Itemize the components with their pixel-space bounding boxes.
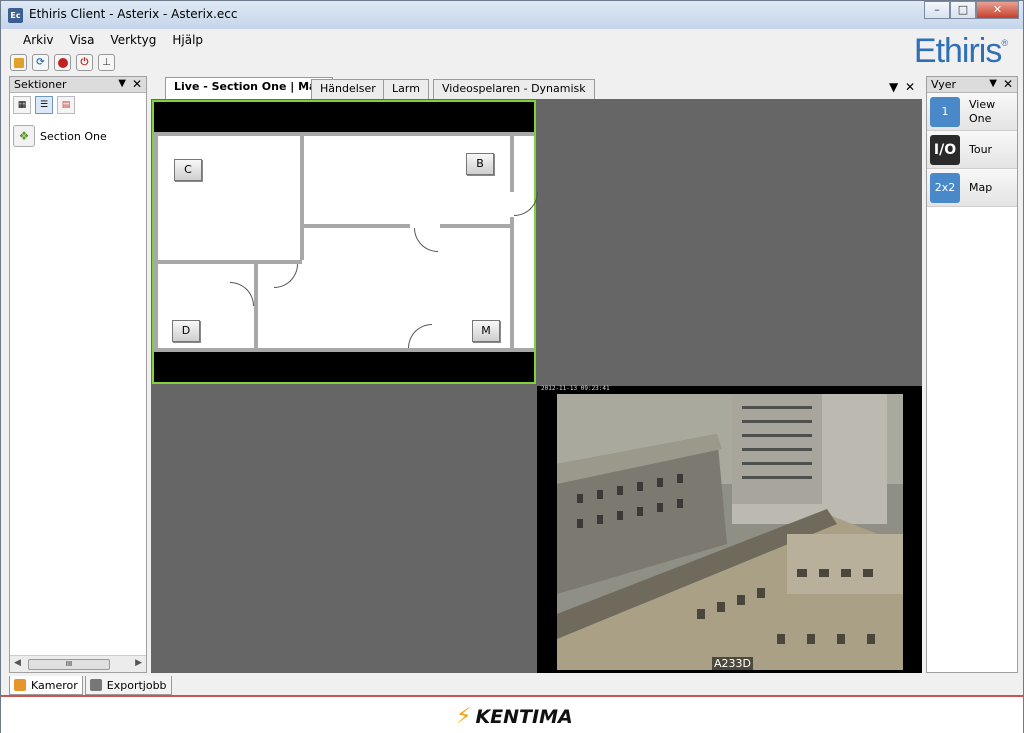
camera-view[interactable]: 2012-11-13 09:23:41 A233D [537, 385, 922, 673]
sections-panel-title: Sektioner [14, 78, 67, 91]
tab-live-section-one[interactable]: Live - Section One | Map [165, 77, 334, 99]
sections-toolbar: ▦ ☰ ▤ [10, 93, 146, 117]
wall [154, 132, 158, 352]
views-panel-header: Vyer ▼ ✕ [927, 77, 1017, 93]
grid-2x2-icon: 2x2 [930, 172, 960, 203]
wall [300, 132, 304, 260]
toolbar: ⟳ ⏻ ⊥ [10, 54, 115, 71]
footer: ⚡ KENTIMA [1, 695, 1023, 733]
section-label: Section One [40, 129, 107, 143]
menu-hjalp[interactable]: Hjälp [164, 29, 211, 51]
door [274, 264, 298, 288]
horizontal-scrollbar[interactable]: ◀ III ▶ [10, 655, 146, 672]
kentima-logo: ⚡ KENTIMA [456, 704, 573, 729]
view-item-label: View One [969, 97, 996, 125]
wall [510, 132, 514, 192]
anchor-icon[interactable]: ⊥ [98, 54, 115, 71]
menu-visa[interactable]: Visa [62, 29, 103, 51]
app-icon: Ec [8, 8, 23, 23]
tab-exportjobb[interactable]: Exportjobb [84, 676, 172, 695]
power-icon[interactable]: ⏻ [76, 54, 93, 71]
scroll-left-icon[interactable]: ◀ [14, 658, 21, 668]
close-icon[interactable]: ✕ [905, 80, 915, 94]
window-title: Ethiris Client - Asterix - Asterix.ecc [29, 7, 238, 21]
io-icon: I/O [930, 134, 960, 165]
camera-feed-image [557, 394, 903, 670]
section-item[interactable]: ❖ Section One [13, 125, 146, 147]
camera-b-button[interactable]: B [466, 153, 494, 175]
door [230, 282, 254, 306]
sections-panel: Sektioner ▼ ✕ ▦ ☰ ▤ ❖ Section One ◀ III … [9, 76, 147, 673]
map-view[interactable]: C B D M [152, 100, 538, 384]
section-icon: ❖ [13, 125, 35, 147]
tab-kameror[interactable]: Kameror [9, 676, 83, 695]
scroll-thumb[interactable]: III [28, 659, 110, 670]
lightning-icon: ⚡ [456, 704, 472, 729]
minimize-icon[interactable]: – [924, 1, 950, 19]
ethiris-logo: Ethiris® [913, 32, 1008, 70]
pin-icon[interactable]: ▼ [118, 78, 126, 89]
export-icon [89, 679, 102, 691]
camera-label: A233D [712, 657, 753, 670]
title-bar[interactable]: Ec Ethiris Client - Asterix - Asterix.ec… [1, 1, 1023, 29]
tab-larm[interactable]: Larm [383, 79, 429, 99]
floor-plan: C B D M [154, 132, 538, 352]
view-item-view-one[interactable]: 1 View One [927, 93, 1017, 131]
view-one-icon: 1 [930, 96, 960, 127]
door [514, 192, 538, 216]
record-icon[interactable] [54, 54, 71, 71]
tree-view-icon[interactable]: ▦ [13, 96, 31, 114]
tab-handelser[interactable]: Händelser [311, 79, 385, 99]
document-tabs: Live - Section One | Map Händelser Larm … [151, 77, 921, 99]
menu-verktyg[interactable]: Verktyg [102, 29, 164, 51]
window-controls: – □ ✕ [924, 1, 1019, 19]
menu-arkiv[interactable]: Arkiv [15, 29, 62, 51]
app-window: Ec Ethiris Client - Asterix - Asterix.ec… [0, 0, 1024, 733]
camera-feed [557, 394, 903, 670]
wall [300, 224, 410, 228]
wall [154, 132, 534, 136]
camera-icon [14, 679, 26, 691]
list-view-icon[interactable]: ☰ [35, 96, 53, 114]
view-item-tour[interactable]: I/O Tour [927, 131, 1017, 169]
close-icon[interactable]: ✕ [976, 1, 1019, 19]
view-item-map[interactable]: 2x2 Map [927, 169, 1017, 207]
views-panel: Vyer ▼ ✕ 1 View One I/O Tour 2x2 Map [926, 76, 1018, 673]
tab-dropdown-icon[interactable]: ▼ [889, 80, 898, 94]
close-icon[interactable]: ✕ [132, 77, 142, 91]
camera-d-button[interactable]: D [172, 320, 200, 342]
wall [510, 217, 514, 352]
wall [154, 348, 534, 352]
maximize-icon[interactable]: □ [950, 1, 976, 19]
wall [254, 260, 258, 352]
close-icon[interactable]: ✕ [1003, 77, 1013, 91]
menu-bar: Arkiv Visa Verktyg Hjälp [1, 29, 901, 51]
wall [440, 224, 512, 228]
live-view-grid: C B D M 2012-11-13 09:23:41 A233D [151, 99, 922, 673]
pin-icon[interactable]: ▼ [989, 78, 997, 89]
folder-icon[interactable] [10, 54, 27, 71]
bottom-tabs: Kameror Exportjobb [9, 676, 172, 695]
sections-panel-header: Sektioner ▼ ✕ [10, 77, 146, 93]
tab-videospelaren[interactable]: Videospelaren - Dynamisk [433, 79, 595, 99]
view-item-label: Tour [969, 142, 993, 156]
views-panel-title: Vyer [931, 78, 957, 91]
layers-icon[interactable]: ▤ [57, 96, 75, 114]
scroll-right-icon[interactable]: ▶ [135, 658, 142, 668]
camera-m-button[interactable]: M [472, 320, 500, 342]
view-item-label: Map [969, 180, 993, 194]
door [408, 324, 432, 348]
refresh-icon[interactable]: ⟳ [32, 54, 49, 71]
door [414, 228, 438, 252]
camera-timestamp: 2012-11-13 09:23:41 [541, 385, 610, 392]
camera-c-button[interactable]: C [174, 159, 202, 181]
